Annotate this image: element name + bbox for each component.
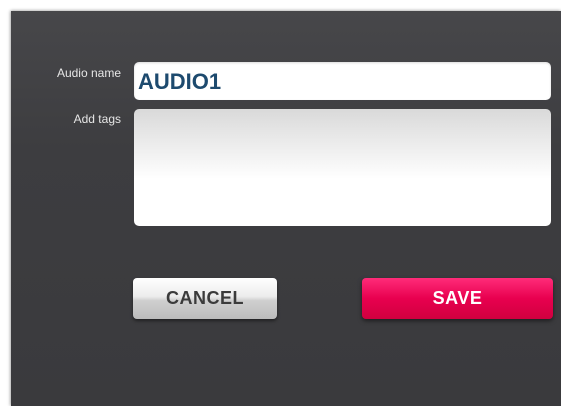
add-tags-label: Add tags — [73, 112, 121, 126]
cancel-button[interactable]: CANCEL — [133, 278, 277, 319]
tags-textarea[interactable] — [134, 109, 551, 226]
dialog-stage: Audio name Add tags CANCEL SAVE — [0, 0, 561, 406]
audio-name-label: Audio name — [56, 66, 121, 80]
save-button[interactable]: SAVE — [362, 278, 553, 319]
audio-name-input[interactable] — [134, 62, 551, 100]
audio-edit-panel: Audio name Add tags CANCEL SAVE — [11, 11, 561, 406]
